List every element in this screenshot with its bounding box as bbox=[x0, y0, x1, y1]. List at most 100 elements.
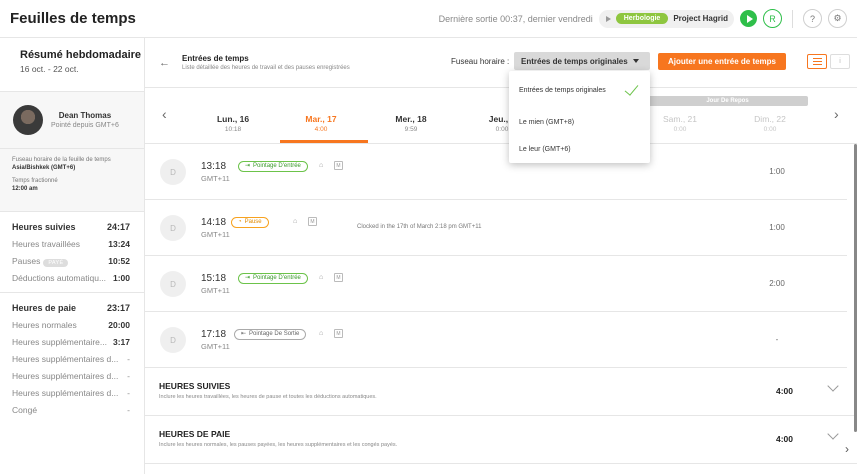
page-subtitle: Liste détaillée des heures de travail et… bbox=[182, 65, 350, 71]
project-name[interactable]: Project Hagrid bbox=[673, 14, 731, 23]
prev-week-chevron-icon[interactable]: ‹ bbox=[162, 106, 167, 122]
row-value: - bbox=[127, 387, 130, 398]
clock-in-icon: ⇥ bbox=[245, 275, 251, 281]
clock-out-icon: ⇤ bbox=[241, 331, 247, 337]
app-title: Feuilles de temps bbox=[10, 10, 136, 27]
chevron-right-icon[interactable]: › bbox=[845, 442, 849, 456]
row-label: Heures supplémentaire... bbox=[12, 336, 107, 347]
timezone-dropdown: Entrées de temps originales Le mien (GMT… bbox=[509, 71, 650, 163]
payroll-hours-section: Heures de paie 23:17 Heures normales 20:00… bbox=[0, 293, 144, 424]
paid-badge: PAYÉ bbox=[43, 258, 69, 267]
manual-badge: M bbox=[308, 217, 317, 226]
rest-day-band: Jour De Repos bbox=[647, 96, 808, 106]
day-tab-sun[interactable]: Dim., 22 0:00 bbox=[735, 114, 805, 133]
day-hours: 4:00 bbox=[314, 126, 328, 133]
day-tab-wed[interactable]: Mer., 18 9:59 bbox=[376, 114, 446, 133]
time-entry-row[interactable]: D 15:18 GMT+11 ⇥ Pointage D'entrée ⌂ M 2:… bbox=[145, 256, 847, 312]
row-value: - bbox=[127, 370, 130, 381]
entry-timezone: GMT+11 bbox=[201, 230, 230, 239]
info-icon: i bbox=[839, 58, 841, 65]
payroll-row: Heures supplémentaires d... - bbox=[0, 350, 144, 367]
tracked-row: Heures suivies 24:17 bbox=[0, 218, 144, 235]
entry-avatar: D bbox=[160, 159, 186, 185]
entry-avatar: D bbox=[160, 271, 186, 297]
timezone-option-mine[interactable]: Le mien (GMT+8) bbox=[509, 109, 650, 136]
time-entry-row[interactable]: D 17:18 GMT+11 ⇤ Pointage De Sortie ⌂ M - bbox=[145, 312, 847, 368]
help-button[interactable]: ? bbox=[803, 9, 822, 28]
divider bbox=[792, 9, 793, 28]
entry-timezone: GMT+11 bbox=[201, 342, 230, 351]
user-avatar-button[interactable]: R bbox=[763, 9, 782, 28]
tz-value: Asia/Bishkek (GMT+6) bbox=[12, 165, 76, 172]
summary-desc: Inclure les heures normales, les pauses … bbox=[159, 442, 398, 448]
entry-avatar: D bbox=[160, 215, 186, 241]
row-value: 13:24 bbox=[108, 238, 130, 249]
tracked-hours-summary[interactable]: HEURES SUIVIES Inclure les heures travai… bbox=[145, 368, 857, 416]
row-value: 24:17 bbox=[106, 221, 130, 232]
time-entry-row[interactable]: D 13:18 GMT+11 ⇥ Pointage D'entrée ⌂ M 1:… bbox=[145, 144, 847, 200]
entry-duration: 1:00 bbox=[769, 223, 785, 232]
summary-value: 4:00 bbox=[776, 434, 794, 444]
row-label: Congé bbox=[12, 404, 38, 415]
payroll-row: Heures supplémentaires d... - bbox=[0, 384, 144, 401]
back-arrow-icon[interactable]: ← bbox=[159, 57, 170, 69]
day-tab-mon[interactable]: Lun., 16 10:18 bbox=[198, 114, 268, 133]
summary-title: HEURES SUIVIES bbox=[159, 381, 231, 391]
avatar bbox=[13, 105, 43, 135]
row-value: - bbox=[127, 353, 130, 364]
row-label: Heures de paie bbox=[12, 302, 77, 313]
start-timer-button[interactable] bbox=[740, 10, 757, 27]
row-label: Déductions automatiqu... bbox=[12, 272, 107, 283]
clock-in-pill: ⇥ Pointage D'entrée bbox=[238, 161, 308, 172]
payroll-row: Heures de paie 23:17 bbox=[0, 299, 144, 316]
time-entry-row[interactable]: D 14:18 GMT+11 ◔ Pause ⌂ M Clocked in the… bbox=[145, 200, 847, 256]
payroll-row: Heures supplémentaire... 3:17 bbox=[0, 333, 144, 350]
payroll-row: Heures supplémentaires d... - bbox=[0, 367, 144, 384]
timezone-select[interactable]: Entrées de temps originales bbox=[514, 52, 650, 70]
task-tag[interactable]: Herbologie bbox=[615, 13, 669, 24]
timer-widget[interactable]: Herbologie Project Hagrid bbox=[598, 9, 734, 28]
next-week-chevron-icon[interactable]: › bbox=[834, 106, 839, 122]
gear-icon: ⚙ bbox=[833, 13, 842, 23]
payroll-hours-summary[interactable]: HEURES DE PAIE Inclure les heures normal… bbox=[145, 416, 857, 464]
list-view-button[interactable] bbox=[807, 54, 827, 69]
pill-label: Pointage D'entrée bbox=[253, 275, 301, 281]
device-icon: ⌂ bbox=[293, 218, 298, 225]
summary-dates: 16 oct. - 22 oct. bbox=[20, 64, 79, 74]
row-value: 23:17 bbox=[106, 302, 130, 313]
device-icon: ⌂ bbox=[319, 162, 324, 169]
timezone-label: Fuseau horaire : bbox=[451, 57, 510, 66]
caret-down-icon bbox=[632, 59, 639, 63]
option-label: Entrées de temps originales bbox=[519, 86, 606, 94]
entry-duration: 1:00 bbox=[769, 167, 785, 176]
timezone-info: Fuseau horaire de la feuille de temps As… bbox=[0, 149, 144, 212]
option-label: Le leur (GMT+6) bbox=[519, 146, 571, 153]
manual-badge: M bbox=[334, 161, 343, 170]
row-label: Heures supplémentaires d... bbox=[12, 387, 119, 398]
day-hours: 0:00 bbox=[673, 126, 687, 133]
row-label: Heures travaillées bbox=[12, 238, 81, 249]
timezone-option-theirs[interactable]: Le leur (GMT+6) bbox=[509, 136, 650, 163]
payroll-row: Heures normales 20:00 bbox=[0, 316, 144, 333]
day-hours: 0:00 bbox=[763, 126, 777, 133]
user-card[interactable]: Dean Thomas Pointé depuis GMT+6 bbox=[0, 92, 144, 149]
day-tab-tue[interactable]: Mar., 17 4:00 bbox=[286, 114, 356, 133]
entry-avatar: D bbox=[160, 327, 186, 353]
day-name: Lun., 16 bbox=[216, 114, 250, 124]
tz-label: Fuseau horaire de la feuille de temps bbox=[12, 157, 111, 163]
row-value: 20:00 bbox=[108, 319, 130, 330]
active-day-underline bbox=[280, 140, 368, 143]
settings-button[interactable]: ⚙ bbox=[828, 9, 847, 28]
last-exit-text: Dernière sortie 00:37, dernier vendredi bbox=[438, 13, 593, 24]
info-view-button[interactable]: i bbox=[830, 54, 850, 69]
row-value: 3:17 bbox=[112, 336, 130, 347]
list-icon bbox=[812, 61, 822, 62]
entry-time: 14:18 bbox=[201, 217, 227, 228]
day-name: Mar., 17 bbox=[305, 114, 337, 124]
day-tab-sat[interactable]: Sam., 21 0:00 bbox=[645, 114, 715, 133]
row-label: Heures supplémentaires d... bbox=[12, 353, 119, 364]
entry-duration: - bbox=[775, 335, 779, 344]
add-time-entry-button[interactable]: Ajouter une entrée de temps bbox=[658, 53, 786, 70]
summary-value: 4:00 bbox=[776, 386, 794, 396]
main-panel: ← Entrées de temps Liste détaillée des h… bbox=[145, 38, 857, 474]
